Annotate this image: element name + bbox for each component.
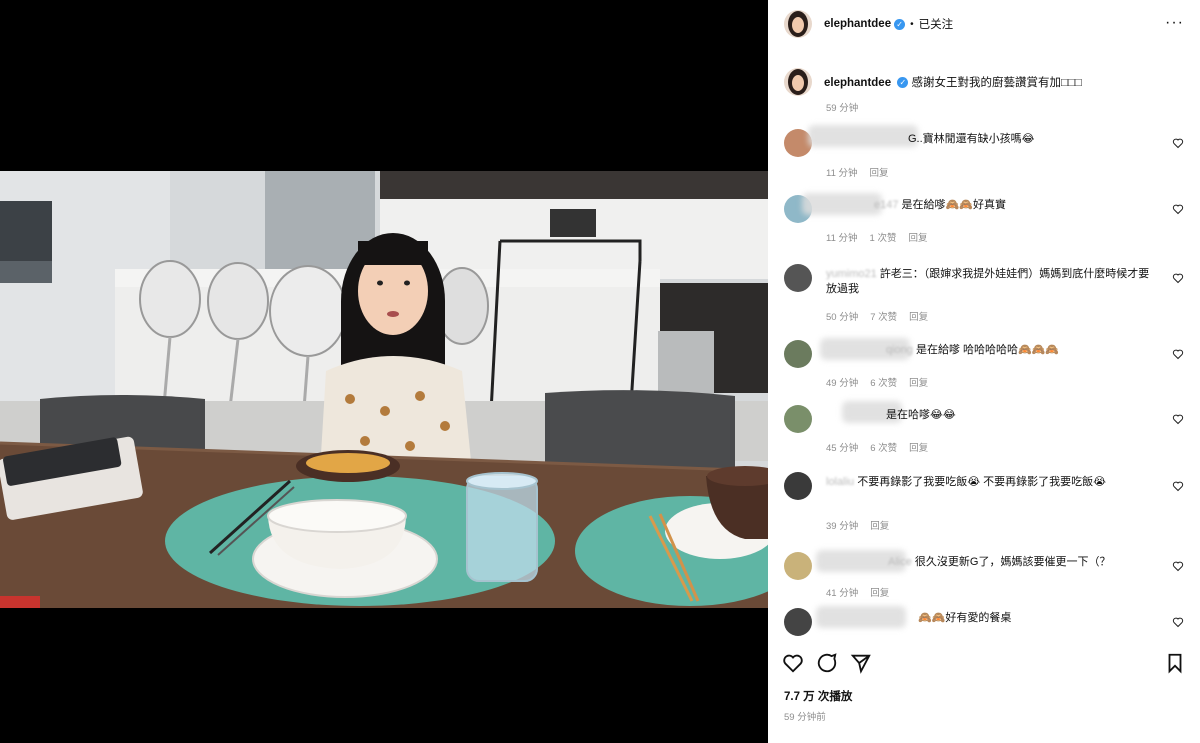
heart-icon[interactable] [1172, 203, 1184, 215]
caption-time: 59 分钟 [826, 103, 859, 114]
media-area [0, 0, 768, 743]
comment-username[interactable]: yumimo21 [826, 268, 877, 280]
commenter-avatar[interactable] [784, 264, 812, 292]
commenter-avatar[interactable] [784, 608, 812, 636]
comment-text-block: qiong 是在給嗲 哈哈哈哈哈🙈🙈🙈 [826, 343, 1156, 358]
more-options-icon[interactable]: ··· [1165, 14, 1184, 32]
heart-icon[interactable] [1172, 560, 1184, 572]
post-side-panel: elephantdee ✓ • 已关注 ··· elephantdee ✓ 感謝… [768, 0, 1200, 743]
like-count[interactable]: 6 次赞 [870, 443, 897, 454]
heart-icon[interactable] [782, 652, 804, 674]
like-count[interactable]: 7 次赞 [870, 312, 897, 323]
like-count[interactable]: 6 次赞 [870, 378, 897, 389]
caption-username[interactable]: elephantdee [824, 77, 891, 89]
comment-icon[interactable] [816, 652, 838, 674]
comment-text-block: G..寶林閒還有缺小孩嗎😂 [826, 132, 1156, 147]
comment-time: 11 分钟 [826, 233, 858, 244]
comment-time: 39 分钟 [826, 521, 859, 532]
caption-text-block: elephantdee ✓ 感謝女王對我的廚藝讚賞有加□□□ [824, 74, 1082, 96]
heart-icon[interactable] [1172, 413, 1184, 425]
comment-username[interactable]: qiong [886, 344, 913, 356]
comment-text-block: Alice 很久沒更新G了，媽媽該要催更一下（？ [826, 555, 1156, 570]
header-separator: • [910, 18, 914, 30]
comment-time: 45 分钟 [826, 443, 859, 454]
instagram-post-view: elephantdee ✓ • 已关注 ··· elephantdee ✓ 感謝… [0, 0, 1200, 743]
caption-avatar[interactable] [784, 68, 812, 96]
reply-button[interactable]: 回复 [909, 443, 928, 454]
comment-meta: 11 分钟 回复 [826, 165, 901, 179]
comment-text-block: 是在哈嗲😂😂 [826, 408, 1156, 423]
bookmark-icon[interactable] [1164, 652, 1186, 674]
comment-text-block: yumimo21 許老三：（跟婶求我提外娃娃們）媽媽到底什麼時候才要放過我 [826, 267, 1156, 297]
post-video[interactable] [0, 171, 768, 608]
comment-text: G..寶林閒還有缺小孩嗎😂 [908, 133, 1035, 145]
verified-badge-icon: ✓ [897, 77, 909, 89]
comment-meta: 45 分钟 6 次赞 回复 [826, 440, 940, 454]
verified-badge-icon: ✓ [894, 18, 906, 30]
comment-text: 不要再錄影了我要吃飯😭 不要再錄影了我要吃飯😭 [857, 476, 1106, 488]
view-count[interactable]: 7.7 万 次播放 [784, 688, 852, 704]
comment-username[interactable]: e147 [874, 199, 898, 211]
commenter-avatar[interactable] [784, 340, 812, 368]
comment-text: 很久沒更新G了，媽媽該要催更一下（？ [914, 556, 1111, 568]
comment-username[interactable]: Alice [888, 556, 912, 568]
comment-meta: 39 分钟 回复 [826, 518, 901, 532]
comment-text: 是在給嗲 哈哈哈哈哈🙈🙈🙈 [915, 344, 1060, 356]
share-icon[interactable] [850, 652, 872, 674]
comment-time: 41 分钟 [826, 588, 859, 599]
reply-button[interactable]: 回复 [870, 168, 889, 179]
comment-text: 🙈🙈好有愛的餐桌 [918, 612, 1012, 624]
comment-text-block: e147 是在給嗲🙈🙈好真實 [826, 198, 1156, 213]
comment-meta: 50 分钟 7 次赞 回复 [826, 309, 940, 323]
video-frame-illustration [0, 171, 768, 608]
reply-button[interactable]: 回复 [909, 378, 928, 389]
heart-icon[interactable] [1172, 480, 1184, 492]
reply-button[interactable]: 回复 [870, 521, 889, 532]
commenter-avatar[interactable] [784, 405, 812, 433]
reply-button[interactable]: 回复 [909, 312, 928, 323]
commenter-avatar[interactable] [784, 472, 812, 500]
comment-time: 49 分钟 [826, 378, 859, 389]
comment-time: 11 分钟 [826, 168, 858, 179]
comment-text: 是在哈嗲😂😂 [886, 409, 956, 421]
comment-time: 50 分钟 [826, 312, 859, 323]
post-header: elephantdee ✓ • 已关注 ··· [768, 0, 1200, 48]
comment-text: 是在給嗲🙈🙈好真實 [901, 199, 1006, 211]
following-status-button[interactable]: 已关注 [919, 16, 954, 32]
heart-icon[interactable] [1172, 616, 1184, 628]
reply-button[interactable]: 回复 [870, 588, 889, 599]
comment-meta: 49 分钟 6 次赞 回复 [826, 375, 940, 389]
author-username[interactable]: elephantdee [824, 18, 891, 30]
comment-username[interactable]: lolaliu [826, 476, 854, 488]
author-avatar[interactable] [784, 10, 812, 38]
comment-meta: 11 分钟 1 次赞 回复 [826, 230, 939, 244]
caption-text: 感謝女王對我的廚藝讚賞有加□□□ [911, 77, 1082, 89]
comment-text-block: 🙈🙈好有愛的餐桌 [826, 611, 1156, 626]
heart-icon[interactable] [1172, 137, 1184, 149]
reply-button[interactable]: 回复 [908, 233, 927, 244]
comment-meta: 41 分钟 回复 [826, 585, 901, 599]
post-action-bar [768, 648, 1200, 676]
comment-text-block: lolaliu 不要再錄影了我要吃飯😭 不要再錄影了我要吃飯😭 [826, 475, 1156, 490]
commenter-avatar[interactable] [784, 552, 812, 580]
heart-icon[interactable] [1172, 348, 1184, 360]
like-count[interactable]: 1 次赞 [870, 233, 897, 244]
post-timestamp: 59 分钟前 [784, 712, 826, 723]
heart-icon[interactable] [1172, 272, 1184, 284]
post-caption: elephantdee ✓ 感謝女王對我的廚藝讚賞有加□□□ [784, 68, 1082, 96]
